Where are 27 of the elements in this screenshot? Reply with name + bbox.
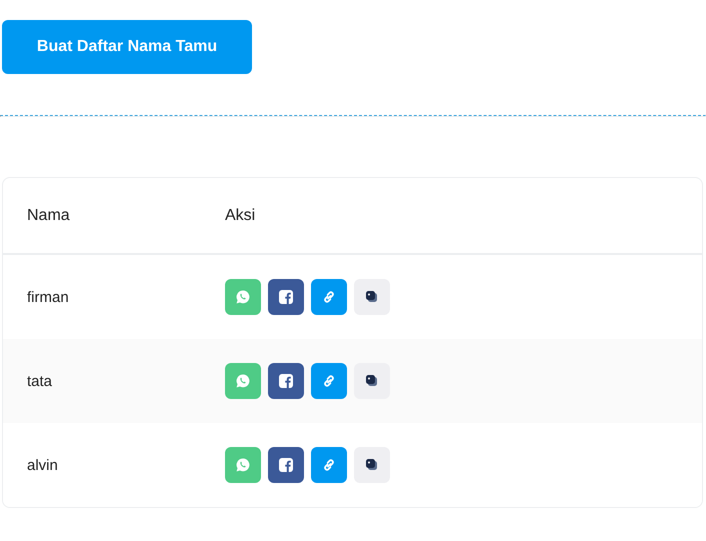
chat-icon (365, 458, 379, 472)
share-button[interactable] (354, 447, 390, 483)
facebook-button[interactable] (268, 447, 304, 483)
facebook-button[interactable] (268, 363, 304, 399)
facebook-button[interactable] (268, 279, 304, 315)
link-button[interactable] (311, 279, 347, 315)
link-icon (321, 457, 337, 473)
column-header: Nama (27, 206, 70, 224)
share-button[interactable] (354, 363, 390, 399)
link-icon (321, 373, 337, 389)
facebook-icon (278, 373, 294, 389)
chat-icon (365, 374, 379, 388)
column-header: Aksi (225, 206, 256, 224)
share-button[interactable] (354, 279, 390, 315)
link-icon (321, 289, 337, 305)
guest-name: firman (27, 288, 69, 306)
guest-name: alvin (27, 456, 58, 474)
facebook-icon (278, 289, 294, 305)
link-button[interactable] (311, 447, 347, 483)
create-guest-list-button[interactable]: Buat Daftar Nama Tamu (2, 20, 252, 74)
link-button[interactable] (311, 363, 347, 399)
chat-icon (365, 290, 379, 304)
guest-name: tata (27, 372, 52, 390)
whatsapp-icon (235, 373, 251, 389)
whatsapp-icon (235, 457, 251, 473)
facebook-icon (278, 457, 294, 473)
whatsapp-icon (235, 289, 251, 305)
